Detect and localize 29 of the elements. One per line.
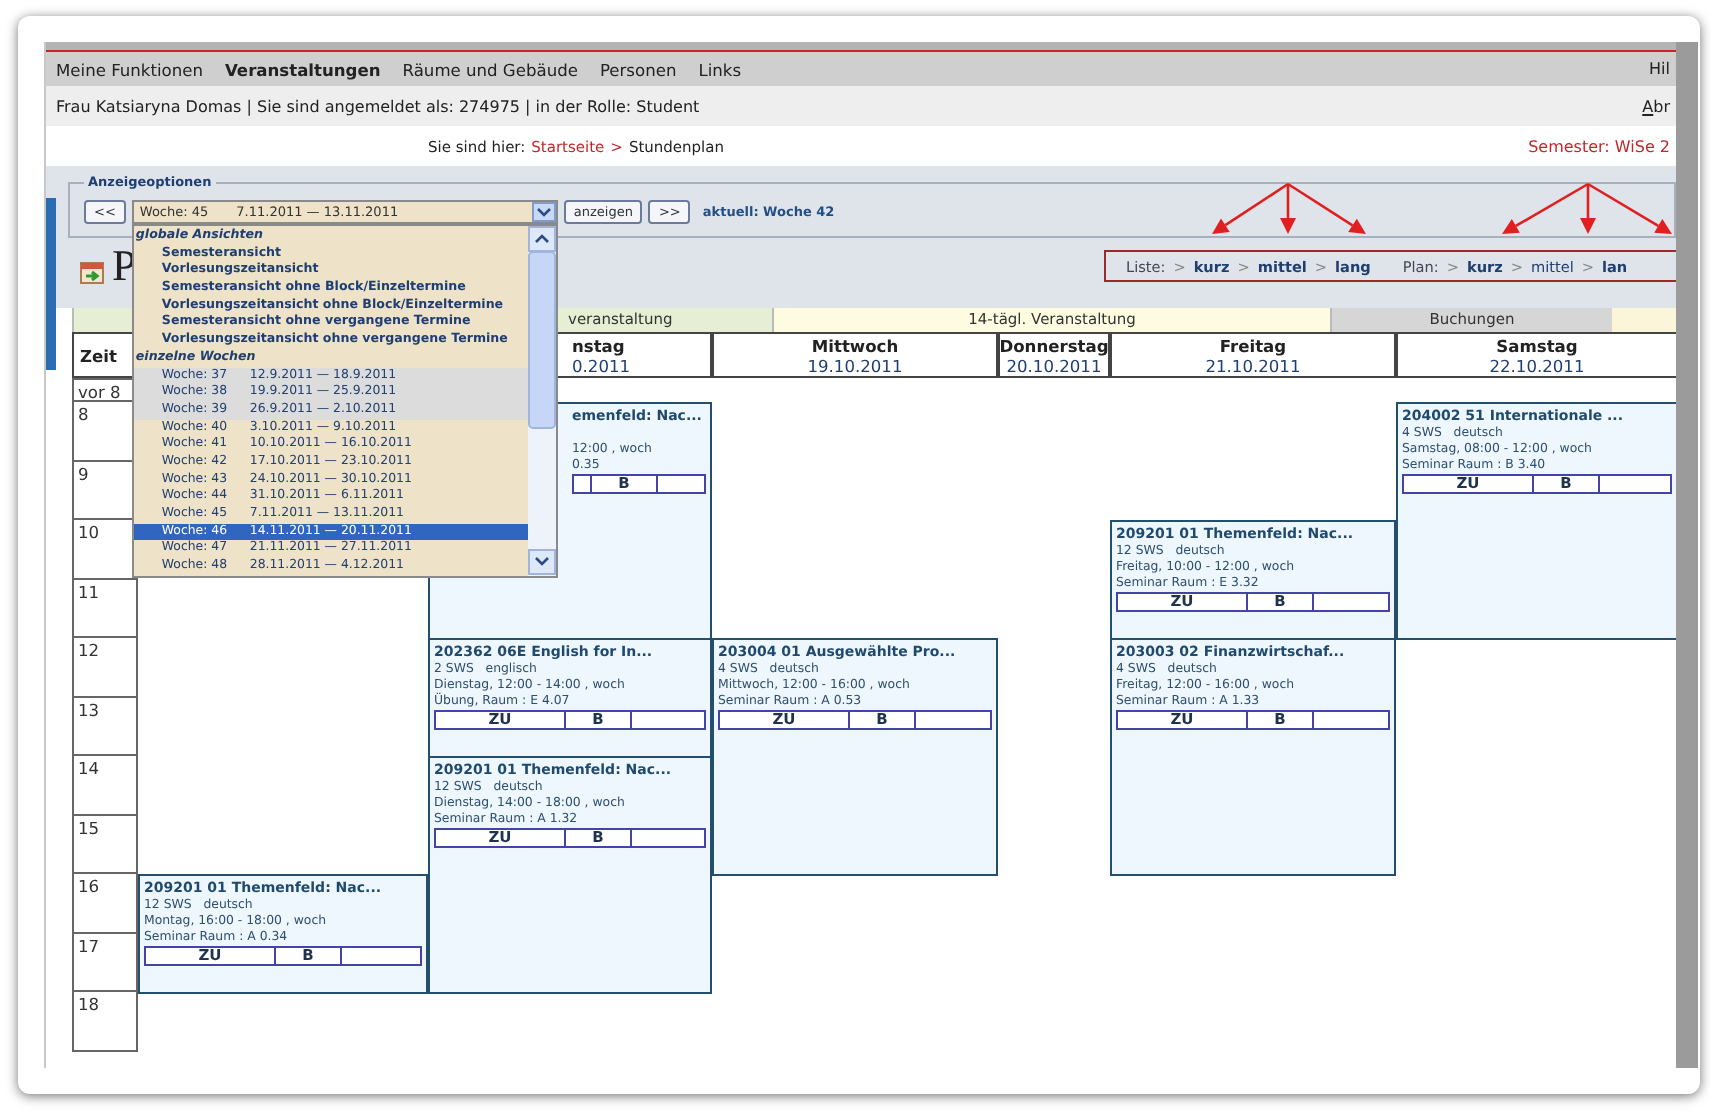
user-info: Frau Katsiaryna Domas | Sie sind angemeldet als: 274975 | in der Rolle: Student xyxy=(56,97,700,115)
semester-label: Semester: WiSe 2 xyxy=(1528,137,1672,155)
time-label: 11 xyxy=(72,579,138,638)
nav-item[interactable]: Links xyxy=(698,59,742,79)
time-label: 14 xyxy=(72,756,138,815)
scrollbar-drawing[interactable] xyxy=(527,226,556,576)
nav-item[interactable]: Veranstaltungen xyxy=(224,59,381,79)
time-label: 15 xyxy=(72,815,138,874)
time-label: 8 xyxy=(72,402,138,461)
time-label: 16 xyxy=(72,874,138,933)
nav-item[interactable]: Personen xyxy=(599,59,677,79)
day-header: Freitag 21.10.2011 xyxy=(1110,332,1396,378)
logout-link[interactable]: Abr xyxy=(1642,97,1676,115)
side-panel-tab[interactable] xyxy=(46,198,56,370)
time-header: Zeit xyxy=(72,332,138,378)
time-label: 18 xyxy=(72,992,138,1051)
day-header: Mittwoch 19.10.2011 xyxy=(712,332,998,378)
help-link[interactable]: Hil xyxy=(1649,60,1676,78)
time-label: 12 xyxy=(72,638,138,697)
time-label: 17 xyxy=(72,933,138,992)
time-label: vor 8 xyxy=(72,378,138,402)
scrollbar-track[interactable] xyxy=(1676,42,1698,1068)
time-label: 13 xyxy=(72,697,138,756)
nav-item[interactable]: Räume und Gebäude xyxy=(402,59,578,79)
day-header: Samstag 22.10.2011 xyxy=(1396,332,1676,378)
day-header: Donnerstag 20.10.2011 xyxy=(998,332,1110,378)
time-label: 10 xyxy=(72,520,138,579)
nav-item[interactable]: Meine Funktionen xyxy=(56,59,203,79)
dropdown-arrow-icon[interactable] xyxy=(531,202,556,222)
